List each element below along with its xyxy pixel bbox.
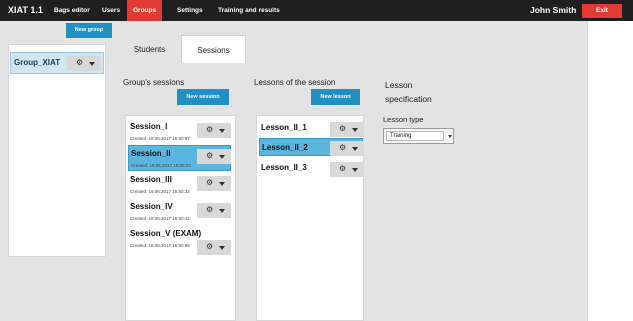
- sessions-column-title: Group's sessions: [123, 78, 185, 87]
- session-name: Session_V (EXAM): [130, 229, 202, 238]
- session-name: Session_II: [131, 149, 171, 158]
- user-name: John Smith: [530, 5, 577, 15]
- session-item[interactable]: Session_V (EXAM) Created: 19.06.2017 15:…: [128, 226, 231, 255]
- session-created: Created: 19.06.2017 15:50:32: [130, 189, 190, 194]
- session-created: Created: 19.06.2017 15:50:42: [130, 216, 190, 221]
- session-list: Session_I Created: 19.06.2017 15:50:57 ⚙…: [125, 115, 236, 321]
- chevron-down-icon: [89, 62, 95, 66]
- right-margin: [587, 21, 633, 321]
- lesson-name: Lesson_II_3: [261, 163, 307, 172]
- session-options-dropdown[interactable]: ⚙: [197, 149, 231, 164]
- new-group-button[interactable]: New group: [66, 23, 112, 38]
- lesson-options-dropdown[interactable]: ⚙: [330, 141, 364, 156]
- gear-icon: ⚙: [339, 143, 347, 152]
- chevron-down-icon: [352, 128, 358, 132]
- session-name: Session_I: [130, 122, 168, 131]
- new-session-button[interactable]: New session: [177, 89, 229, 105]
- nav-bags-editor[interactable]: Bags editor: [48, 0, 96, 21]
- top-nav-bar: XIAT 1.1 Bags editor Users Groups Settin…: [0, 0, 633, 21]
- lesson-type-value: Training: [386, 131, 444, 141]
- session-created: Created: 19.06.2017 15:50:57: [130, 136, 190, 141]
- nav-groups[interactable]: Groups: [127, 0, 163, 21]
- lesson-list: Lesson_II_1 ⚙ Lesson_II_2 ⚙ Lesson_II_3 …: [256, 115, 364, 321]
- app-title: XIAT 1.1: [8, 5, 43, 15]
- chevron-down-icon: [219, 209, 225, 213]
- chevron-down-icon: [219, 246, 225, 250]
- lesson-name: Lesson_II_1: [261, 123, 307, 132]
- lesson-specification-title: Lesson specification: [385, 80, 432, 104]
- lesson-type-select[interactable]: Training: [383, 128, 454, 144]
- nav-users[interactable]: Users: [96, 0, 126, 21]
- session-options-dropdown[interactable]: ⚙: [197, 240, 231, 255]
- group-options-dropdown[interactable]: ⚙: [67, 56, 101, 71]
- session-options-dropdown[interactable]: ⚙: [197, 203, 231, 218]
- lesson-type-label: Lesson type: [383, 115, 424, 124]
- gear-icon: ⚙: [206, 242, 214, 251]
- chevron-down-icon: [352, 147, 358, 151]
- lesson-options-dropdown[interactable]: ⚙: [330, 162, 364, 177]
- exit-button[interactable]: Exit: [582, 4, 622, 18]
- chevron-down-icon: [448, 135, 452, 138]
- lesson-name: Lesson_II_2: [262, 143, 308, 152]
- session-item[interactable]: Session_I Created: 19.06.2017 15:50:57 ⚙: [128, 119, 231, 145]
- session-item-selected[interactable]: Session_II Created: 19.06.2017 15:50:03 …: [128, 145, 231, 171]
- gear-icon: ⚙: [206, 151, 214, 160]
- group-item[interactable]: Group_XIAT ⚙: [10, 52, 104, 74]
- lesson-options-dropdown[interactable]: ⚙: [330, 122, 364, 137]
- session-name: Session_IV: [130, 202, 173, 211]
- gear-icon: ⚙: [339, 124, 347, 133]
- gear-icon: ⚙: [206, 178, 214, 187]
- gear-icon: ⚙: [339, 164, 347, 173]
- new-lesson-button[interactable]: New lesson: [311, 89, 360, 105]
- chevron-down-icon: [352, 168, 358, 172]
- nav-training-and-results[interactable]: Training and results: [212, 0, 286, 21]
- group-list-panel: [8, 44, 106, 257]
- lesson-item[interactable]: Lesson_II_3 ⚙: [259, 159, 364, 177]
- lesson-item[interactable]: Lesson_II_1 ⚙: [259, 119, 364, 137]
- chevron-down-icon: [219, 155, 225, 159]
- tab-students[interactable]: Students: [118, 35, 181, 64]
- lessons-column-title: Lessons of the session: [254, 78, 336, 87]
- session-created: Created: 19.06.2017 15:50:03: [131, 163, 191, 168]
- lesson-item-selected[interactable]: Lesson_II_2 ⚙: [259, 138, 364, 156]
- session-name: Session_III: [130, 175, 172, 184]
- chevron-down-icon: [219, 182, 225, 186]
- session-item[interactable]: Session_III Created: 19.06.2017 15:50:32…: [128, 172, 231, 198]
- gear-icon: ⚙: [206, 125, 214, 134]
- session-created: Created: 19.06.2017 15:50:55: [130, 243, 190, 248]
- gear-icon: ⚙: [76, 58, 84, 67]
- tab-sessions[interactable]: Sessions: [181, 35, 246, 64]
- session-item[interactable]: Session_IV Created: 19.06.2017 15:50:42 …: [128, 199, 231, 225]
- session-options-dropdown[interactable]: ⚙: [197, 123, 231, 138]
- gear-icon: ⚙: [206, 205, 214, 214]
- chevron-down-icon: [219, 129, 225, 133]
- group-name: Group_XIAT: [14, 58, 61, 67]
- nav-settings[interactable]: Settings: [171, 0, 209, 21]
- session-options-dropdown[interactable]: ⚙: [197, 176, 231, 191]
